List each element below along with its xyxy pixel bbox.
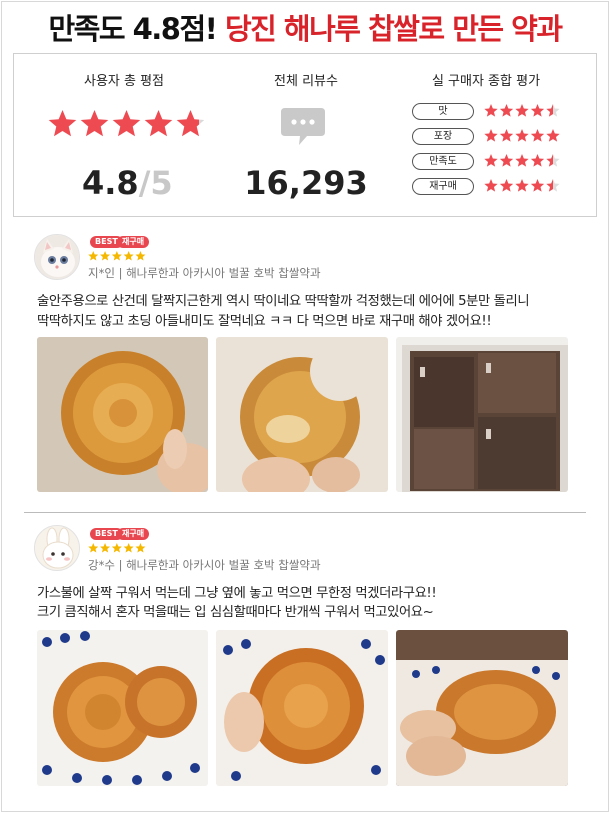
- buyer-evaluation-title: 실 구매자 종합 평가: [431, 74, 541, 89]
- review-rating-stars: [88, 543, 146, 553]
- star-icon: [100, 543, 111, 553]
- yakgwa-held-close-photo: [396, 630, 568, 786]
- speech-bubble-icon: [281, 108, 325, 145]
- review-count-value: 16,293: [244, 164, 368, 202]
- average-score: 4.8/5: [82, 164, 173, 202]
- repurchase-rating-stars: [484, 179, 560, 192]
- rating-row-repurchase: 재구매: [412, 178, 572, 196]
- star-icon: [499, 179, 514, 192]
- taste-rating-stars: [484, 104, 560, 117]
- reviewer-info: 지*인 | 해나루한과 아카시아 벌꿀 호박 찹쌀약과: [88, 266, 321, 280]
- star-icon: [112, 110, 141, 137]
- review-photo[interactable]: [396, 337, 568, 492]
- review-count-title: 전체 리뷰수: [274, 74, 338, 89]
- star-icon: [484, 179, 498, 192]
- star-icon: [530, 129, 545, 142]
- star-icon: [111, 543, 122, 553]
- star-icon: [100, 251, 111, 261]
- star-icon: [515, 104, 529, 117]
- title-rating-text: 만족도 4.8점!: [48, 12, 217, 46]
- star-icon: [123, 543, 134, 553]
- rating-row-packaging: 포장: [412, 128, 572, 146]
- star-icon: [499, 104, 514, 117]
- review-photo[interactable]: [37, 337, 208, 492]
- review-text-line: 술안주용으로 산건데 달짝지근한게 역시 딱이네요 딱딱할까 걱정했는데 에어에…: [37, 294, 530, 309]
- star-icon: [484, 129, 498, 142]
- review-text-line: 크기 큼직해서 혼자 먹을때는 입 심심할때마다 반개씩 구워서 먹고있어요~: [37, 605, 434, 620]
- star-icon: [484, 104, 498, 117]
- star-icon: [515, 179, 529, 192]
- star-icon: [176, 110, 205, 137]
- star-icon: [499, 129, 514, 142]
- rating-label-satisfaction: 만족도: [412, 153, 474, 170]
- bunny-avatar-image: [35, 526, 79, 570]
- reviewer-info: 강*수 | 해나루한과 아카시아 벌꿀 호박 찹쌀약과: [88, 558, 321, 572]
- star-icon: [530, 104, 545, 117]
- star-icon: [546, 154, 560, 167]
- star-icon: [123, 251, 134, 261]
- star-icon: [48, 110, 77, 137]
- star-icon: [88, 251, 99, 261]
- kitten-avatar-image: [35, 235, 79, 279]
- star-icon: [546, 129, 560, 142]
- star-icon: [144, 110, 173, 137]
- rating-summary-panel: 사용자 총 평점 전체 리뷰수 실 구매자 종합 평가 4.8/5 16,293…: [13, 53, 597, 217]
- star-icon: [530, 154, 545, 167]
- star-icon: [484, 154, 498, 167]
- average-score-max: /5: [138, 164, 173, 202]
- title-product-text: 당진 해나루 찹쌀로 만든 약과: [216, 12, 563, 46]
- review-photo[interactable]: [216, 630, 388, 786]
- star-icon: [546, 104, 560, 117]
- yakgwa-bitten-photo: [216, 337, 388, 492]
- star-icon: [135, 251, 146, 261]
- yakgwa-held-photo: [37, 337, 208, 492]
- review-text-line: 가스불에 살짝 구워서 먹는데 그냥 옆에 놓고 먹으면 무한정 먹겠더라구요!…: [37, 586, 437, 601]
- page-title: 만족도 4.8점! 당진 해나루 찹쌀로 만든 약과: [0, 6, 610, 48]
- rating-label-packaging: 포장: [412, 128, 474, 145]
- star-icon: [546, 179, 560, 192]
- review-text-line: 딱딱하지도 않고 초딩 아들내미도 잘먹네요 ㅋㅋ 다 먹으면 바로 재구매 해…: [37, 314, 492, 329]
- avatar: [34, 234, 80, 280]
- star-icon: [530, 179, 545, 192]
- rating-label-taste: 맛: [412, 103, 474, 120]
- rating-label-repurchase: 재구매: [412, 178, 474, 195]
- packaged-yakgwa-box-photo: [396, 337, 568, 492]
- yakgwa-in-hand-photo: [216, 630, 388, 786]
- star-icon: [135, 543, 146, 553]
- star-icon: [515, 129, 529, 142]
- repurchase-badge: 재구매: [117, 236, 150, 248]
- average-rating-stars: [48, 110, 205, 137]
- star-icon: [499, 154, 514, 167]
- avatar: [34, 525, 80, 571]
- review-photo[interactable]: [216, 337, 388, 492]
- review-photo[interactable]: [37, 630, 208, 786]
- repurchase-badge: 재구매: [117, 528, 150, 540]
- satisfaction-rating-stars: [484, 154, 560, 167]
- star-icon: [80, 110, 109, 137]
- review-rating-stars: [88, 251, 146, 261]
- rating-row-satisfaction: 만족도: [412, 153, 572, 171]
- review-divider: [24, 512, 586, 513]
- star-icon: [111, 251, 122, 261]
- star-icon: [88, 543, 99, 553]
- two-yakgwa-on-plate-photo: [37, 630, 208, 786]
- rating-row-taste: 맛: [412, 103, 572, 121]
- average-rating-title: 사용자 총 평점: [83, 74, 165, 89]
- review-photo[interactable]: [396, 630, 568, 786]
- packaging-rating-stars: [484, 129, 560, 142]
- average-score-value: 4.8: [82, 164, 139, 202]
- star-icon: [515, 154, 529, 167]
